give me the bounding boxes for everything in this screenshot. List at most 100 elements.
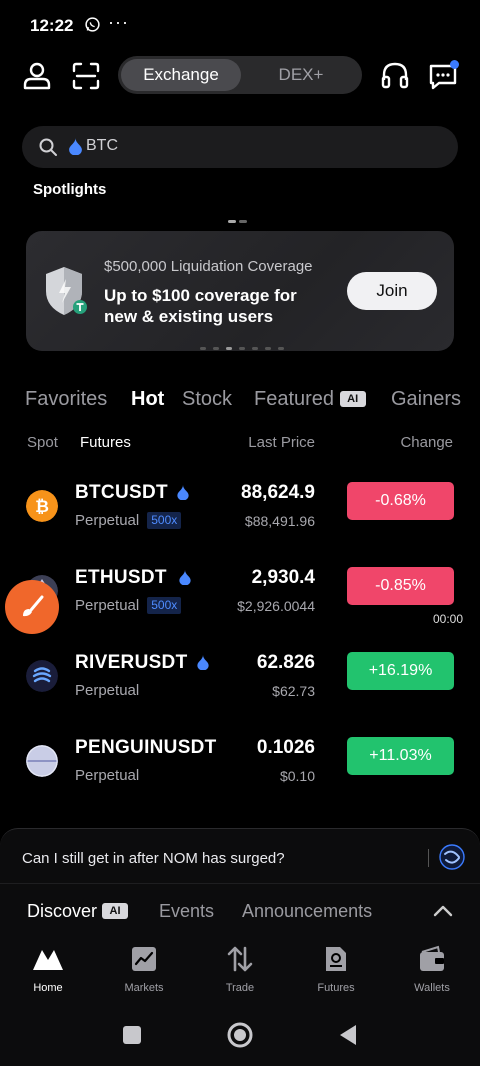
- tab-announcements[interactable]: Announcements: [242, 901, 372, 922]
- row-symbol: BTCUSDT: [75, 482, 168, 503]
- trade-icon: [227, 946, 253, 972]
- back-button-icon[interactable]: [337, 1023, 359, 1047]
- leverage-badge: 500x: [147, 512, 182, 529]
- banner-headline: Up to $100 coverage for new & existing u…: [104, 286, 297, 326]
- status-bar: 12:22 ···: [0, 0, 480, 52]
- nav-label: Wallets: [414, 982, 450, 994]
- hot-drop-icon: [179, 570, 191, 585]
- river-coin-icon: [26, 660, 58, 692]
- nav-futures[interactable]: Futures: [288, 940, 384, 1000]
- search-value: BTC: [86, 137, 118, 154]
- row-price: 2,930.4: [251, 567, 315, 588]
- pager-dot: [265, 347, 271, 350]
- bottom-nav: Home Markets Trade Futures Wallets: [0, 940, 480, 1000]
- tab-stock[interactable]: Stock: [182, 388, 232, 411]
- tab-hot[interactable]: Hot: [131, 388, 164, 411]
- futures-filter[interactable]: Futures: [80, 434, 131, 451]
- tab-events[interactable]: Events: [159, 901, 214, 922]
- recent-apps-icon[interactable]: [121, 1024, 143, 1046]
- banner-pager: [200, 337, 291, 351]
- nav-label: Futures: [317, 982, 355, 994]
- pager-dot: [200, 347, 206, 350]
- spot-filter[interactable]: Spot: [27, 434, 58, 451]
- wallet-icon: [420, 945, 444, 971]
- search-bar[interactable]: BTC: [22, 126, 458, 168]
- nav-wallets[interactable]: Wallets: [384, 940, 480, 1000]
- row-symbol: PENGUINUSDT: [75, 737, 217, 758]
- row-type: Perpetual 500x: [75, 597, 182, 614]
- table-row-riverusdt[interactable]: RIVERUSDT Perpetual 62.826 $62.73 +16.19…: [0, 652, 480, 722]
- pager-dot-active: [228, 220, 236, 223]
- ai-badge: AI: [102, 903, 129, 919]
- row-type: Perpetual: [75, 682, 140, 699]
- last-price-header[interactable]: Last Price: [248, 434, 315, 451]
- nav-label: Trade: [225, 982, 255, 994]
- nav-label: Markets: [124, 982, 164, 994]
- chevron-up-icon[interactable]: [432, 903, 454, 919]
- scan-icon[interactable]: [71, 61, 101, 91]
- row-fiat-price: $0.10: [279, 768, 315, 784]
- row-fiat-price: $2,926.0044: [237, 598, 315, 614]
- nav-label: Home: [33, 982, 63, 994]
- profile-icon[interactable]: [22, 60, 52, 90]
- shield-coverage-icon: [46, 267, 87, 315]
- join-button[interactable]: Join: [347, 272, 437, 310]
- status-time: 12:22: [30, 16, 74, 35]
- row-change[interactable]: +16.19%: [347, 652, 454, 690]
- support-headset-icon[interactable]: [380, 60, 410, 90]
- tab-featured[interactable]: Featured AI: [254, 388, 366, 411]
- nav-trade[interactable]: Trade: [192, 940, 288, 1000]
- whatsapp-icon: [85, 17, 100, 32]
- leverage-badge: 500x: [147, 597, 182, 614]
- assistant-orb-icon[interactable]: [438, 843, 466, 871]
- home-icon: [33, 950, 63, 970]
- row-change[interactable]: -0.85%: [347, 567, 454, 605]
- row-type: Perpetual: [75, 767, 140, 784]
- tab-gainers[interactable]: Gainers: [391, 388, 461, 411]
- tab-favorites[interactable]: Favorites: [25, 388, 107, 411]
- row-fiat-price: $88,491.96: [244, 513, 315, 529]
- overlay-timer: 00:00: [433, 612, 464, 626]
- row-change[interactable]: -0.68%: [347, 482, 454, 520]
- hot-drop-icon: [177, 485, 189, 500]
- table-row-penguinusdt[interactable]: PENGUINUSDT Perpetual 0.1026 $0.10 +11.0…: [0, 737, 480, 807]
- nav-markets[interactable]: Markets: [96, 940, 192, 1000]
- brush-icon: [23, 595, 44, 617]
- row-symbol: RIVERUSDT: [75, 652, 188, 673]
- nav-home[interactable]: Home: [0, 940, 96, 1000]
- dex-tab[interactable]: DEX+: [244, 59, 358, 91]
- hot-drop-icon: [69, 138, 82, 155]
- row-price: 0.1026: [256, 737, 315, 758]
- search-icon: [39, 138, 57, 156]
- spotlights-title: Spotlights: [33, 181, 107, 198]
- market-tabs: Favorites Hot Stock Featured AI Gainers: [25, 388, 480, 414]
- home-button-icon[interactable]: [226, 1021, 254, 1049]
- assistant-question[interactable]: Can I still get in after NOM has surged?: [22, 850, 285, 867]
- divider: [428, 849, 429, 867]
- row-symbol: ETHUSDT: [75, 567, 167, 588]
- futures-icon: [326, 947, 346, 971]
- floating-brush-button[interactable]: [5, 580, 59, 634]
- pager-dot-active: [226, 347, 232, 350]
- svg-text:₿: ₿: [35, 497, 49, 517]
- table-row-ethusdt[interactable]: ETHUSDT Perpetual 500x 2,930.4 $2,926.004…: [0, 567, 480, 637]
- notification-dot: [450, 60, 459, 69]
- divider: [0, 883, 480, 884]
- hot-drop-icon: [197, 655, 209, 670]
- promo-banner[interactable]: $500,000 Liquidation Coverage Up to $100…: [26, 231, 454, 351]
- table-row-btcusdt[interactable]: ₿ BTCUSDT Perpetual 500x 88,624.9 $88,491…: [0, 482, 480, 552]
- tab-discover-label: Discover: [27, 901, 98, 921]
- market-columns: Spot Futures Last Price Change: [0, 434, 480, 454]
- row-price: 88,624.9: [241, 482, 315, 503]
- exchange-dex-toggle: Exchange DEX+: [118, 56, 362, 94]
- row-type-label: Perpetual: [75, 597, 140, 614]
- exchange-tab[interactable]: Exchange: [121, 59, 241, 91]
- banner-subtitle: $500,000 Liquidation Coverage: [104, 258, 313, 275]
- change-header[interactable]: Change: [400, 434, 453, 451]
- pager-dot: [239, 347, 245, 350]
- pager-dot: [213, 347, 219, 350]
- system-nav-bar: [0, 1012, 480, 1056]
- top-bar: Exchange DEX+: [0, 56, 480, 96]
- tab-discover[interactable]: Discover AI: [27, 901, 129, 922]
- row-change[interactable]: +11.03%: [347, 737, 454, 775]
